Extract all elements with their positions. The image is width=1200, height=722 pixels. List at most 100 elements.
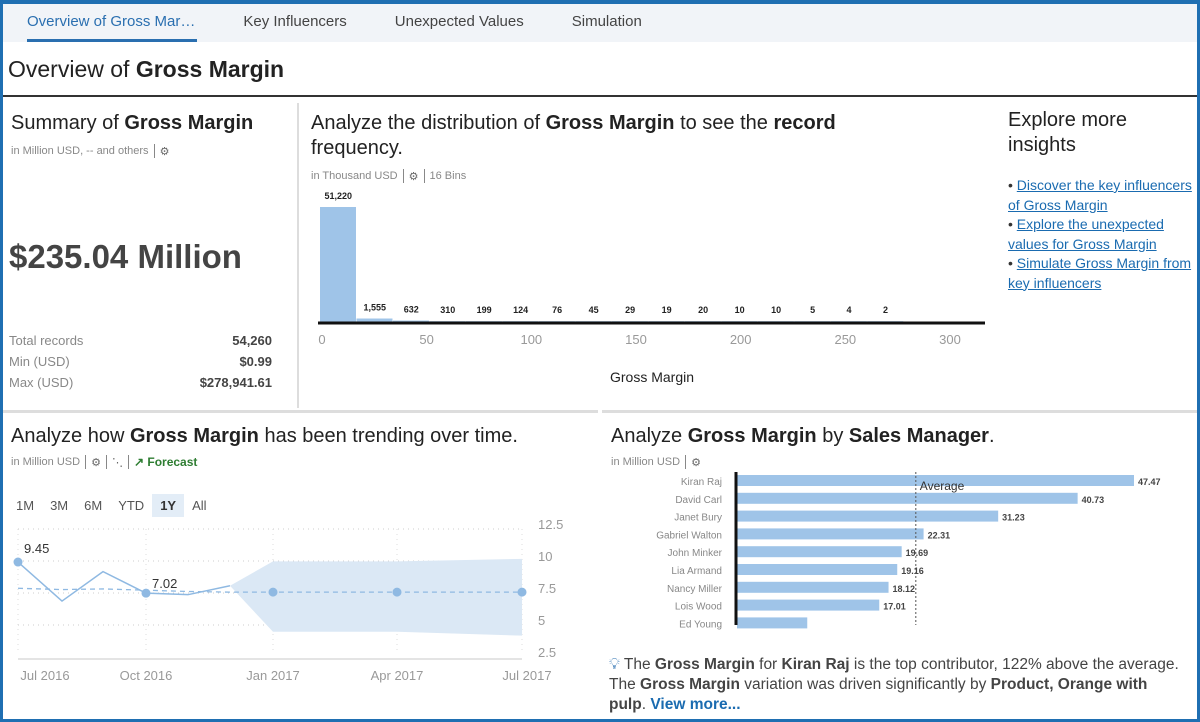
bar-label: 20 [698,305,708,315]
view-more-link[interactable]: View more... [650,696,740,713]
y-tick-label: 2.5 [538,645,556,660]
forecast-label: Forecast [147,455,198,469]
title-bold: Gross Margin [135,56,285,82]
histogram-bar [356,318,393,322]
manager-bar [737,528,924,540]
manager-chart: Kiran Raj 47.47 David Carl 40.73 Janet Bury 3… [656,472,1161,630]
x-tick-label: 50 [419,332,433,347]
divider [402,169,404,183]
b: record [773,112,836,134]
x-tick-label: 0 [318,332,325,347]
distribution-title: Analyze the distribution of Gross Margin… [311,111,911,161]
b: Gross Margin [640,676,740,693]
divider [297,103,299,408]
data-label: 9.45 [24,541,49,556]
category-label: Lois Wood [675,602,722,613]
t: frequency. [311,137,403,159]
t: The [623,656,655,673]
t: variation was driven significantly by [739,676,991,693]
forecast-button[interactable]: ↗ Forecast [134,455,197,469]
category-label: Janet Bury [674,513,722,524]
x-tick-label: Jan 2017 [246,668,300,683]
l: Max (USD) [9,375,74,390]
forecast-point [268,587,278,597]
bar-label: 2 [883,305,888,315]
b: Gross Margin [545,112,675,134]
t: has been trending over time. [258,425,518,447]
distribution-subtitle: in Thousand USD ⚙ 16 Bins [311,169,911,183]
manager-bar [737,546,902,558]
title-text: Overview of [8,56,136,82]
explore-item: • Explore the unexpected values for Gros… [1008,216,1164,252]
divider [3,410,598,413]
value-label: 22.31 [928,530,951,540]
tab-key-influencers[interactable]: Key Influencers [219,4,370,42]
category-label: Kiran Raj [681,477,722,488]
bar-label: 76 [552,305,562,315]
bar-label: 29 [625,305,635,315]
bar-label: 4 [847,305,852,315]
b: Gross Margin [687,425,817,447]
bar-label: 1,555 [363,303,386,313]
y-tick-label: 5 [538,613,545,628]
hierarchy-icon[interactable]: ⋱ [112,456,123,469]
bar-label: 199 [477,305,492,315]
insight-text: 💡︎ The Gross Margin for Kiran Raj is the… [609,655,1179,715]
b: Sales Manager [848,425,989,447]
t: by [816,425,849,447]
category-label: Lia Armand [671,566,722,577]
explore-panel: Explore more insights • Discover the key… [1008,108,1193,293]
manager-bar [737,617,808,629]
manager-bar [737,510,999,522]
bar-label: 124 [513,305,528,315]
x-tick-label: Jul 2016 [20,668,69,683]
value-label: 19.16 [901,566,924,576]
arrow-up-right-icon: ↗ [133,455,145,469]
page-title: Overview of Gross Margin [8,56,284,83]
value-label: 40.73 [1082,495,1105,505]
settings-icon[interactable]: ⚙ [691,456,701,469]
bins-label[interactable]: 16 Bins [430,170,467,182]
t: to see the [674,112,774,134]
divider [685,455,687,469]
l: Min (USD) [9,354,70,369]
explore-unexpected-link[interactable]: Explore the unexpected values for Gross … [1008,216,1164,252]
b: Kiran Raj [781,656,850,673]
distribution-panel: Analyze the distribution of Gross Margin… [311,111,911,183]
tab-simulation[interactable]: Simulation [548,4,666,42]
discover-influencers-link[interactable]: Discover the key influencers of Gross Ma… [1008,177,1192,213]
data-label: 7.02 [152,576,177,591]
data-point [141,588,151,598]
settings-icon[interactable]: ⚙ [160,145,170,158]
bar-label: 5 [810,305,815,315]
l: Total records [9,333,84,348]
x-tick-label: 150 [625,332,647,347]
divider [153,144,155,158]
tab-unexpected-values[interactable]: Unexpected Values [371,4,548,42]
forecast-point [392,587,402,597]
settings-icon[interactable]: ⚙ [91,456,101,469]
y-tick-label: 12.5 [538,517,563,532]
v: $0.99 [239,354,272,369]
forecast-point [517,587,527,597]
t: for [754,656,782,673]
bar-label: 45 [589,305,599,315]
simulate-link[interactable]: Simulate Gross Margin from key influence… [1008,255,1191,291]
value-label: 18.12 [893,584,916,594]
x-tick-label: 300 [939,332,961,347]
manager-bar [737,564,898,575]
trend-title: Analyze how Gross Margin has been trendi… [11,424,591,449]
unit-label: in Million USD, -- and others [11,145,149,157]
x-tick-label: 100 [520,332,542,347]
value-label: 31.23 [1002,513,1025,523]
tab-overview[interactable]: Overview of Gross Mar… [3,4,219,42]
y-tick-label: 7.5 [538,581,556,596]
value-label: 17.01 [883,602,906,612]
explore-links: • Discover the key influencers of Gross … [1008,176,1193,293]
divider [602,410,1197,413]
summary-subtitle: in Million USD, -- and others ⚙ [11,144,271,158]
t: . [988,425,995,447]
category-label: John Minker [668,548,723,559]
settings-icon[interactable]: ⚙ [409,170,419,183]
manager-title: Analyze Gross Margin by Sales Manager. [611,424,1191,449]
